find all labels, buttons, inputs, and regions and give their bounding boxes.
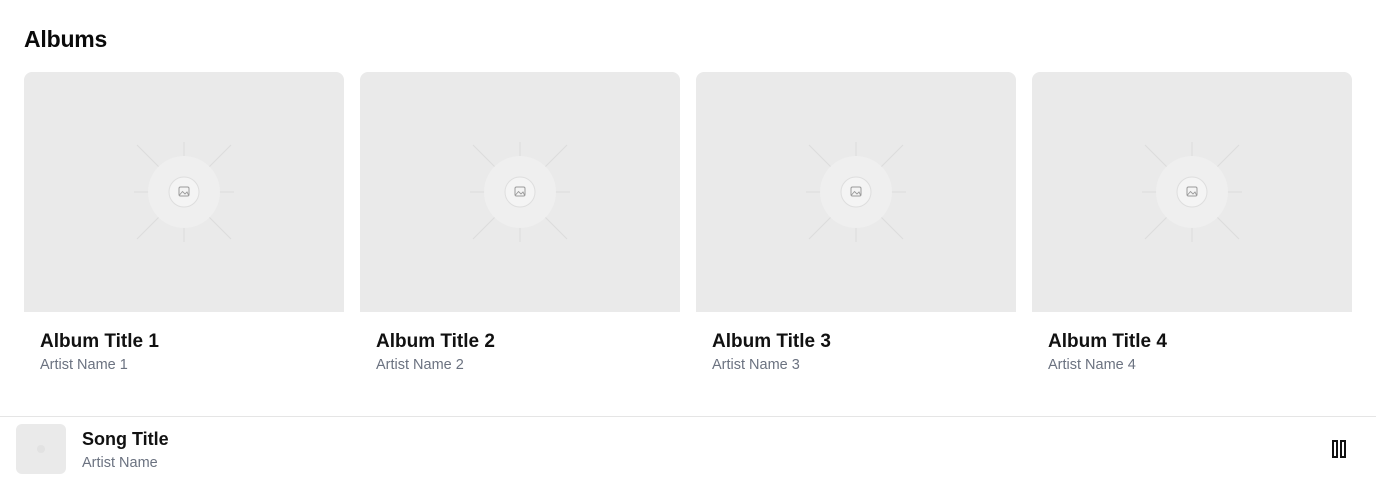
section-title: Albums (24, 26, 108, 52)
album-card[interactable]: Album Title 3 Artist Name 3 (696, 72, 1016, 374)
album-artist: Artist Name 3 (712, 357, 800, 373)
album-title: Album Title 3 (712, 331, 831, 352)
now-playing-song-title: Song Title (82, 429, 169, 449)
album-artist: Artist Name 4 (1048, 357, 1136, 373)
image-placeholder-icon (134, 142, 234, 242)
album-cover-placeholder (360, 72, 680, 312)
image-placeholder-icon (1142, 142, 1242, 242)
albums-grid: Album Title 1 Artist Name 1 Album Title … (24, 72, 1352, 374)
album-cover-placeholder (1032, 72, 1352, 312)
album-cover-placeholder (24, 72, 344, 312)
album-title: Album Title 4 (1048, 331, 1167, 352)
now-playing-bar: Song Title Artist Name (0, 416, 1376, 480)
pause-icon (1332, 440, 1346, 458)
album-card[interactable]: Album Title 2 Artist Name 2 (360, 72, 680, 374)
album-card[interactable]: Album Title 1 Artist Name 1 (24, 72, 344, 374)
image-placeholder-icon (806, 142, 906, 242)
album-card[interactable]: Album Title 4 Artist Name 4 (1032, 72, 1352, 374)
image-placeholder-icon (470, 142, 570, 242)
album-artist: Artist Name 1 (40, 357, 128, 373)
pause-button[interactable] (1328, 437, 1352, 461)
album-artist: Artist Name 2 (376, 357, 464, 373)
image-placeholder-icon (37, 445, 45, 453)
now-playing-artwork (16, 424, 66, 474)
album-title: Album Title 1 (40, 331, 159, 352)
album-title: Album Title 2 (376, 331, 495, 352)
now-playing-artist: Artist Name (82, 455, 158, 471)
album-cover-placeholder (696, 72, 1016, 312)
